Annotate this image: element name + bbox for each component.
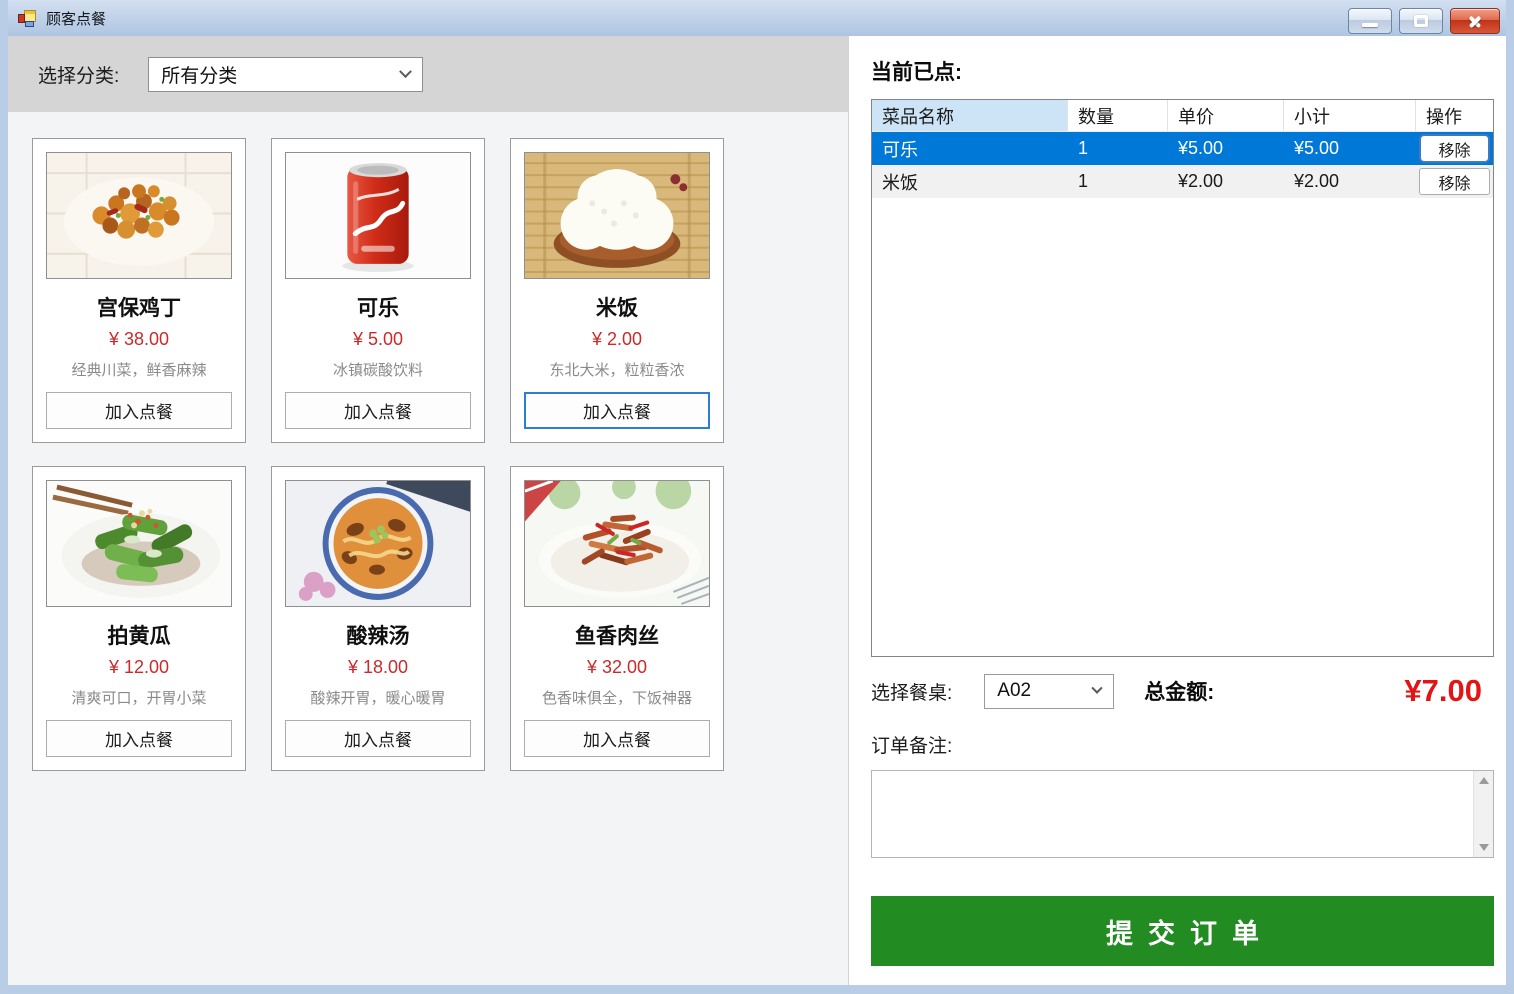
order-cell-unit-price: ¥5.00 bbox=[1178, 138, 1224, 158]
window-title: 顾客点餐 bbox=[46, 10, 107, 28]
chevron-down-icon bbox=[1091, 682, 1103, 694]
col-header-quantity[interactable]: 数量 bbox=[1068, 100, 1168, 131]
category-selected-value: 所有分类 bbox=[161, 65, 238, 87]
category-select[interactable]: 所有分类 bbox=[148, 56, 424, 92]
remove-button[interactable]: 移除 bbox=[1419, 168, 1490, 195]
col-header-subtotal[interactable]: 小计 bbox=[1284, 100, 1416, 131]
dish-description: 清爽可口，开胃小菜 bbox=[71, 690, 207, 707]
dish-price: ¥ 32.00 bbox=[586, 657, 648, 677]
remarks-input-wrap bbox=[871, 770, 1494, 858]
order-cell-name: 米饭 bbox=[882, 172, 918, 193]
order-panel: 当前已点: 菜品名称 数量 单价 小计 操作 可乐 1 ¥5.00 ¥5.00 … bbox=[848, 36, 1506, 985]
maximize-button[interactable] bbox=[1399, 8, 1443, 34]
dish-name: 鱼香肉丝 bbox=[575, 625, 659, 648]
dish-image-kungpao-chicken bbox=[46, 152, 232, 279]
menu-card-hot-sour-soup: 酸辣汤 ¥ 18.00 酸辣开胃，暖心暖胃 加入点餐 bbox=[271, 466, 485, 771]
total-value: ¥7.00 bbox=[1404, 673, 1482, 708]
order-cell-name: 可乐 bbox=[882, 139, 918, 160]
order-row[interactable]: 米饭 1 ¥2.00 ¥2.00 移除 bbox=[872, 165, 1493, 198]
remarks-scrollbar[interactable] bbox=[1473, 771, 1493, 857]
submit-order-button[interactable]: 提交订单 bbox=[871, 896, 1494, 966]
order-cell-qty: 1 bbox=[1078, 171, 1089, 191]
add-to-order-button[interactable]: 加入点餐 bbox=[524, 392, 710, 429]
menu-card-cola: 可乐 ¥ 5.00 冰镇碳酸饮料 加入点餐 bbox=[271, 138, 485, 443]
close-icon bbox=[1467, 15, 1483, 28]
dish-image-steamed-rice bbox=[524, 152, 710, 279]
titlebar: 顾客点餐 bbox=[8, 0, 1506, 36]
dish-name: 可乐 bbox=[357, 297, 399, 320]
scroll-up-icon[interactable] bbox=[1478, 777, 1489, 784]
scroll-down-icon[interactable] bbox=[1478, 844, 1489, 851]
dish-price: ¥ 38.00 bbox=[108, 329, 170, 349]
total-label: 总金额: bbox=[1144, 681, 1215, 704]
dish-price: ¥ 18.00 bbox=[347, 657, 409, 677]
app-icon bbox=[18, 9, 38, 28]
order-cell-subtotal: ¥5.00 bbox=[1294, 138, 1340, 158]
order-table-empty-area bbox=[872, 198, 1493, 656]
table-select-label: 选择餐桌: bbox=[871, 682, 953, 704]
dish-image-hot-sour-soup bbox=[285, 480, 471, 607]
remarks-input[interactable] bbox=[872, 771, 1473, 857]
add-to-order-button[interactable]: 加入点餐 bbox=[285, 720, 471, 757]
client-area: 选择分类: 所有分类 宫保鸡丁 ¥ 38.00 经典川菜，鲜香麻辣 加入点餐 可… bbox=[8, 36, 1506, 985]
add-to-order-button[interactable]: 加入点餐 bbox=[46, 720, 232, 757]
order-row[interactable]: 可乐 1 ¥5.00 ¥5.00 移除 bbox=[872, 132, 1493, 165]
order-cell-subtotal: ¥2.00 bbox=[1294, 171, 1340, 191]
dish-description: 冰镇碳酸饮料 bbox=[332, 362, 423, 379]
table-select[interactable]: A02 bbox=[984, 673, 1115, 709]
dish-description: 酸辣开胃，暖心暖胃 bbox=[310, 690, 446, 707]
dish-name: 酸辣汤 bbox=[346, 625, 410, 648]
menu-card-shredded-pork: 鱼香肉丝 ¥ 32.00 色香味俱全，下饭神器 加入点餐 bbox=[510, 466, 724, 771]
category-label: 选择分类: bbox=[38, 65, 120, 87]
add-to-order-button[interactable]: 加入点餐 bbox=[285, 392, 471, 429]
dish-image-cucumber-salad bbox=[46, 480, 232, 607]
dish-description: 东北大米，粒粒香浓 bbox=[549, 362, 685, 379]
order-cell-unit-price: ¥2.00 bbox=[1178, 171, 1224, 191]
dish-description: 色香味俱全，下饭神器 bbox=[541, 690, 692, 707]
category-bar: 选择分类: 所有分类 bbox=[8, 36, 848, 112]
dish-description: 经典川菜，鲜香麻辣 bbox=[71, 362, 207, 379]
order-heading: 当前已点: bbox=[871, 61, 962, 84]
menu-grid: 宫保鸡丁 ¥ 38.00 经典川菜，鲜香麻辣 加入点餐 可乐 ¥ 5.00 冰镇… bbox=[8, 112, 848, 771]
remarks-label: 订单备注: bbox=[871, 736, 953, 757]
app-window: 顾客点餐 选择分类: 所有分类 宫保鸡丁 ¥ 38.00 经典川菜，鲜香麻辣 加… bbox=[0, 0, 1514, 994]
dish-name: 拍黄瓜 bbox=[107, 625, 171, 648]
col-header-unit-price[interactable]: 单价 bbox=[1168, 100, 1284, 131]
remove-button[interactable]: 移除 bbox=[1419, 134, 1490, 163]
order-table-header: 菜品名称 数量 单价 小计 操作 bbox=[872, 100, 1493, 132]
close-button[interactable] bbox=[1450, 8, 1500, 34]
dish-price: ¥ 12.00 bbox=[108, 657, 170, 677]
minimize-icon bbox=[1362, 22, 1378, 27]
dish-price: ¥ 5.00 bbox=[352, 329, 404, 349]
menu-section: 选择分类: 所有分类 宫保鸡丁 ¥ 38.00 经典川菜，鲜香麻辣 加入点餐 可… bbox=[8, 36, 848, 985]
menu-card-kungpao-chicken: 宫保鸡丁 ¥ 38.00 经典川菜，鲜香麻辣 加入点餐 bbox=[32, 138, 246, 443]
chevron-down-icon bbox=[399, 64, 413, 78]
add-to-order-button[interactable]: 加入点餐 bbox=[524, 720, 710, 757]
dish-name: 宫保鸡丁 bbox=[97, 297, 181, 320]
maximize-icon bbox=[1414, 15, 1428, 27]
order-table: 菜品名称 数量 单价 小计 操作 可乐 1 ¥5.00 ¥5.00 移除 米饭 … bbox=[871, 99, 1494, 657]
table-selected-value: A02 bbox=[997, 680, 1032, 701]
menu-card-rice: 米饭 ¥ 2.00 东北大米，粒粒香浓 加入点餐 bbox=[510, 138, 724, 443]
dish-name: 米饭 bbox=[596, 297, 638, 320]
order-controls: 选择餐桌: A02 总金额: ¥7.00 bbox=[871, 673, 1494, 709]
order-cell-qty: 1 bbox=[1078, 138, 1089, 158]
dish-image-shredded-pork bbox=[524, 480, 710, 607]
dish-price: ¥ 2.00 bbox=[591, 329, 643, 349]
minimize-button[interactable] bbox=[1348, 8, 1392, 34]
menu-card-cucumber-salad: 拍黄瓜 ¥ 12.00 清爽可口，开胃小菜 加入点餐 bbox=[32, 466, 246, 771]
window-controls bbox=[1348, 0, 1500, 34]
add-to-order-button[interactable]: 加入点餐 bbox=[46, 392, 232, 429]
col-header-action[interactable]: 操作 bbox=[1416, 100, 1493, 131]
dish-image-cola-can bbox=[285, 152, 471, 279]
col-header-dish-name[interactable]: 菜品名称 bbox=[872, 100, 1068, 131]
